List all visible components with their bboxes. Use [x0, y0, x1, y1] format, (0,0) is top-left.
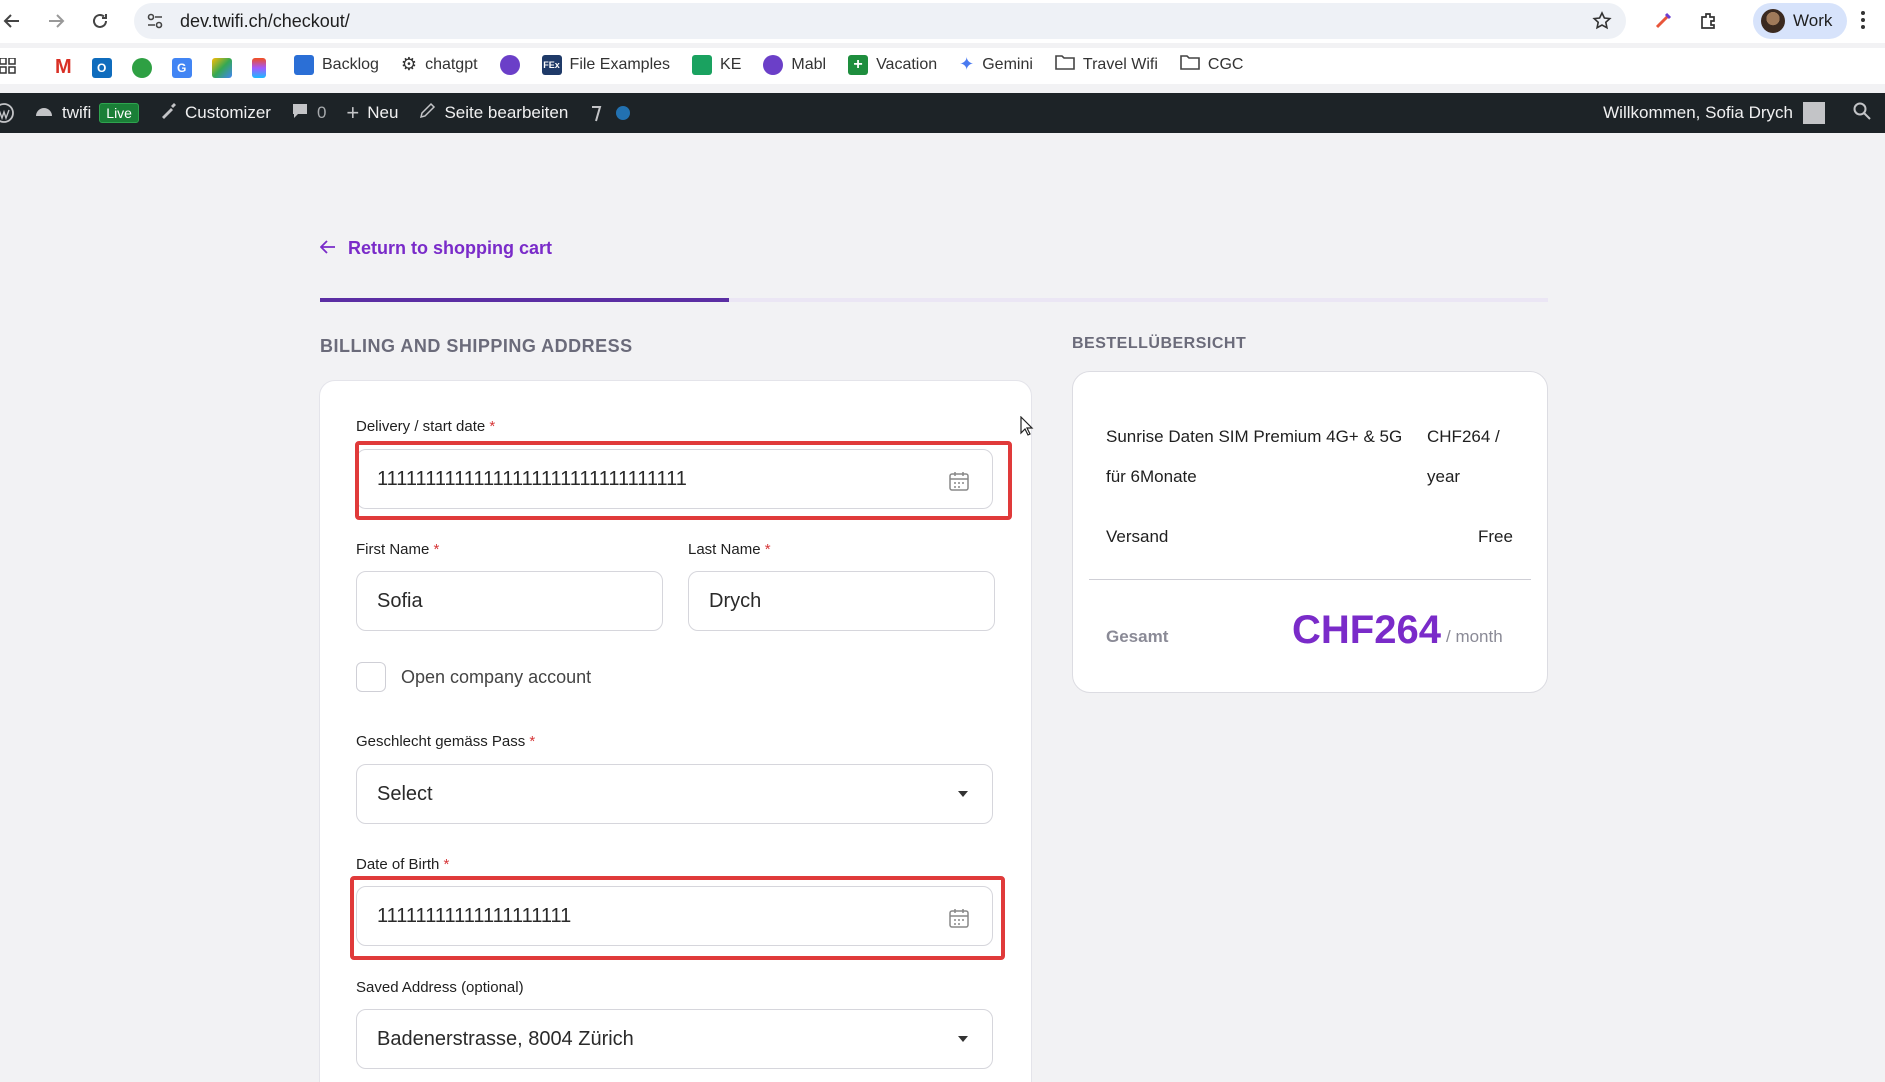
last-name-label: Last Name *: [688, 541, 771, 558]
live-badge: Live: [99, 103, 139, 123]
wp-user-avatar[interactable]: [1803, 102, 1825, 124]
comment-icon: [291, 102, 309, 125]
order-summary-card: Sunrise Daten SIM Premium 4G+ & 5G für 6…: [1072, 371, 1548, 693]
extensions-puzzle-icon[interactable]: [1693, 6, 1723, 36]
arrow-left-icon: [319, 238, 336, 259]
reload-icon[interactable]: [84, 5, 116, 37]
mouse-cursor-icon: [1020, 415, 1034, 441]
address-bar[interactable]: dev.twifi.ch/checkout/: [134, 3, 1626, 39]
site-settings-icon[interactable]: [146, 12, 164, 35]
pencil-icon: [418, 102, 436, 125]
gender-label: Geschlecht gemäss Pass *: [356, 733, 536, 750]
yoast-icon[interactable]: [588, 103, 631, 123]
chatgpt-icon: ⚙: [400, 54, 418, 74]
total-period: / month: [1446, 627, 1503, 646]
app-icon-green[interactable]: [131, 57, 152, 78]
dob-highlight: [350, 876, 1005, 960]
saved-address-label: Saved Address (optional): [356, 979, 524, 996]
gender-select[interactable]: Select: [356, 764, 993, 824]
bookmark-star-icon[interactable]: [1592, 11, 1612, 36]
bookmark-ke[interactable]: KE: [692, 54, 741, 75]
mabl-icon: [763, 54, 784, 75]
first-name-label: First Name *: [356, 541, 440, 558]
product-name-line2: für 6Monate: [1106, 467, 1197, 486]
bookmark-file-examples[interactable]: FEx File Examples: [541, 54, 670, 75]
chevron-down-icon: [958, 1036, 968, 1042]
wp-new[interactable]: + Neu: [346, 100, 398, 126]
total-label: Gesamt: [1106, 627, 1169, 646]
bookmark-gemini[interactable]: ✦ Gemini: [959, 54, 1033, 75]
checkout-progress-fill: [320, 298, 729, 302]
wp-logo-icon[interactable]: [0, 103, 14, 123]
shipping-value: Free: [1478, 527, 1513, 546]
search-icon[interactable]: [1853, 102, 1871, 125]
drive-icon[interactable]: [211, 57, 232, 78]
bookmark-vacation[interactable]: + Vacation: [848, 54, 937, 75]
company-account-label[interactable]: Open company account: [401, 667, 591, 688]
checkout-progress: [320, 298, 1548, 302]
plus-icon: +: [346, 100, 360, 125]
first-name-input[interactable]: Sofia: [356, 571, 663, 631]
wp-admin-bar: twifi Live Customizer 0 + Neu Seite bear…: [0, 93, 1885, 133]
wp-customizer[interactable]: Customizer: [159, 102, 271, 125]
browser-toolbar: dev.twifi.ch/checkout/ Work: [0, 0, 1885, 43]
total-price: CHF264: [1292, 608, 1441, 652]
bookmarks-bar: M O G Backlog ⚙ chatgpt FEx File Example…: [0, 48, 1885, 84]
figma-icon[interactable]: [251, 57, 266, 78]
wp-welcome[interactable]: Willkommen, Sofia Drych: [1603, 103, 1793, 123]
billing-section-title: BILLING AND SHIPPING ADDRESS: [320, 336, 633, 356]
profile-avatar: [1761, 9, 1785, 33]
wp-edit-page[interactable]: Seite bearbeiten: [418, 102, 568, 125]
browser-menu-icon[interactable]: [1860, 9, 1866, 36]
backlog-icon: [294, 54, 314, 75]
folder-icon: [1180, 54, 1200, 75]
saved-address-select[interactable]: Badenerstrasse, 8004 Zürich: [356, 1009, 993, 1069]
profile-label: Work: [1793, 11, 1833, 30]
status-dot: [616, 106, 631, 120]
gmail-icon[interactable]: M: [55, 56, 72, 79]
delivery-date-label: Delivery / start date *: [356, 418, 496, 435]
swirl-icon: [499, 54, 520, 75]
company-account-checkbox[interactable]: [356, 662, 386, 692]
delivery-date-highlight: [355, 441, 1012, 520]
vacation-icon: +: [848, 54, 869, 75]
apps-grid-icon[interactable]: [0, 57, 16, 79]
summary-divider: [1089, 579, 1531, 580]
bookmark-backlog[interactable]: Backlog: [294, 54, 379, 75]
dashboard-icon: [34, 102, 54, 125]
url-text: dev.twifi.ch/checkout/: [180, 10, 350, 31]
outlook-icon[interactable]: O: [91, 57, 112, 78]
translate-icon[interactable]: G: [171, 57, 192, 78]
bookmark-cgc[interactable]: CGC: [1180, 54, 1243, 75]
ke-icon: [692, 54, 713, 75]
product-price-line2: year: [1427, 467, 1461, 486]
wp-comments[interactable]: 0: [291, 102, 326, 125]
gemini-icon: ✦: [959, 54, 975, 74]
dob-label: Date of Birth *: [356, 856, 450, 873]
folder-icon: [1055, 54, 1075, 75]
shipping-label: Versand: [1106, 527, 1169, 546]
wp-site-menu[interactable]: twifi Live: [34, 102, 139, 125]
brush-icon: [159, 102, 177, 125]
product-price-line1: CHF264 /: [1427, 427, 1500, 446]
product-name-line1: Sunrise Daten SIM Premium 4G+ & 5G: [1106, 427, 1403, 446]
chevron-down-icon: [958, 791, 968, 797]
extension-pen-icon[interactable]: [1648, 6, 1678, 36]
bookmark-mabl[interactable]: Mabl: [763, 54, 826, 75]
back-icon[interactable]: [0, 5, 28, 37]
file-examples-icon: FEx: [541, 54, 562, 75]
summary-section-title: BESTELLÜBERSICHT: [1072, 335, 1247, 352]
last-name-input[interactable]: Drych: [688, 571, 995, 631]
bookmark-extra[interactable]: [499, 54, 520, 75]
profile-button[interactable]: Work: [1753, 3, 1847, 39]
forward-icon[interactable]: [40, 5, 72, 37]
return-to-cart-link[interactable]: Return to shopping cart: [319, 238, 552, 259]
bookmark-chatgpt[interactable]: ⚙ chatgpt: [401, 54, 478, 75]
bookmark-travel-wifi[interactable]: Travel Wifi: [1055, 54, 1158, 75]
